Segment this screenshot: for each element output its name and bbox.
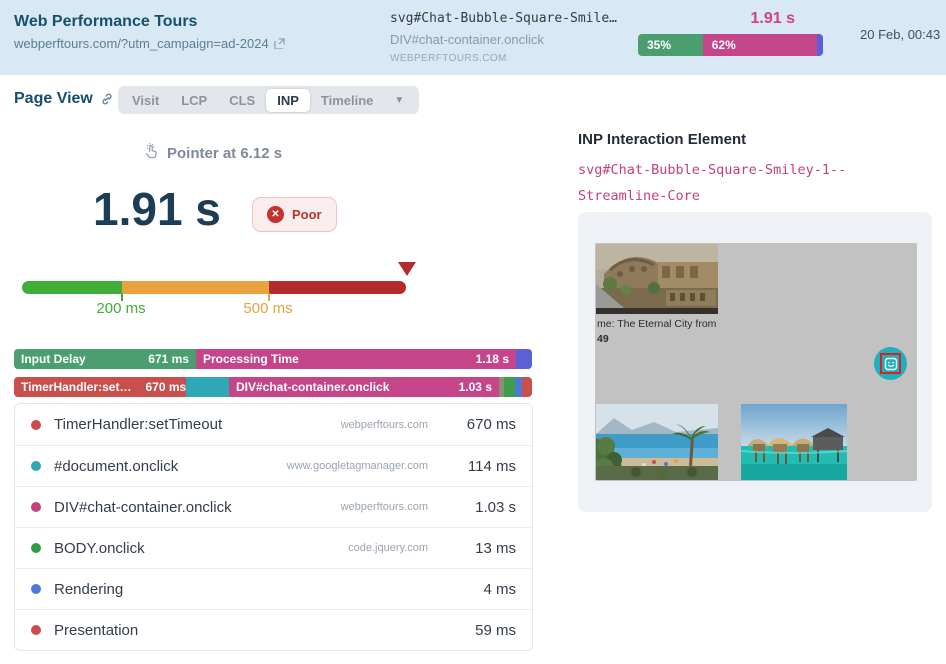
script-rendering-segment (515, 377, 522, 397)
rating-badge: ✕ Poor (252, 197, 337, 232)
row-label: Rendering (54, 581, 428, 598)
threshold-scale-bar (22, 281, 406, 294)
element-handler: DIV#chat-container.onclick (390, 32, 617, 47)
page-screenshot: me: The Eternal City from 49 (595, 243, 917, 481)
scale-label-good: 200 ms (96, 300, 145, 317)
caption-line-2: 49 (597, 332, 716, 347)
smiley-chat-icon (884, 357, 898, 371)
tab-cls[interactable]: CLS (218, 89, 266, 112)
phase-input-delay-segment: Input Delay671 ms (14, 349, 196, 369)
inspector-element-selector: svg#Chat-Bubble-Square-Smiley-1--Streaml… (578, 157, 918, 209)
scale-good-segment (22, 281, 122, 294)
metric-tabstrip: Visit LCP CLS INP Timeline ▼ (118, 86, 419, 114)
minibar-processing-segment: 62% (703, 34, 818, 56)
table-row-timerhandler[interactable]: TimerHandler:setTimeout webperftours.com… (15, 404, 532, 445)
script-document-onclick-segment (186, 377, 229, 397)
tabs-dropdown-caret-icon[interactable]: ▼ (384, 95, 416, 106)
table-row-chat-container[interactable]: DIV#chat-container.onclick webperftours.… (15, 486, 532, 527)
row-label: DIV#chat-container.onclick (54, 499, 341, 516)
row-color-dot (31, 625, 41, 635)
rome-photo (596, 244, 718, 314)
phase-breakdown-bar: Input Delay671 ms Processing Time1.18 s (14, 349, 532, 369)
table-row-document-onclick[interactable]: #document.onclick www.googletagmanager.c… (15, 445, 532, 486)
bungalow-photo (741, 404, 847, 480)
row-domain: webperftours.com (341, 419, 428, 431)
script-timerhandler-segment: TimerHandler:set…670 ms (14, 377, 186, 397)
event-breakdown-table: TimerHandler:setTimeout webperftours.com… (14, 403, 533, 651)
script-breakdown-bar: TimerHandler:set…670 ms DIV#chat-contain… (14, 377, 532, 397)
chat-bubble-smiley-button (874, 347, 907, 380)
row-value: 114 ms (432, 458, 516, 475)
inp-metric-value: 1.91 s (93, 182, 221, 236)
tab-visit[interactable]: Visit (121, 89, 170, 112)
row-color-dot (31, 543, 41, 553)
beach-photo (596, 404, 718, 480)
row-domain: www.googletagmanager.com (287, 460, 428, 472)
minibar-input-delay-segment: 35% (638, 34, 703, 56)
page-header: Web Performance Tours webperftours.com/?… (0, 0, 946, 75)
row-label: Presentation (54, 622, 428, 639)
row-value: 1.03 s (432, 499, 516, 516)
scale-value-marker-icon (398, 262, 416, 276)
site-url-link[interactable]: webperftours.com/?utm_campaign=ad-2024 (14, 36, 269, 51)
site-info: Web Performance Tours webperftours.com/?… (14, 13, 285, 51)
screenshot-caption: me: The Eternal City from 49 (597, 317, 716, 346)
element-selector-truncated: svg#Chat-Bubble-Square-Smile… (390, 11, 617, 26)
tab-lcp[interactable]: LCP (170, 89, 218, 112)
row-color-dot (31, 420, 41, 430)
interaction-element-summary: svg#Chat-Bubble-Square-Smile… DIV#chat-c… (390, 11, 617, 64)
element-highlight-box (880, 353, 901, 374)
poor-x-icon: ✕ (267, 206, 284, 223)
row-color-dot (31, 461, 41, 471)
row-label: #document.onclick (54, 458, 287, 475)
phase-processing-segment: Processing Time1.18 s (196, 349, 516, 369)
inp-debug-view: Web Performance Tours webperftours.com/?… (0, 0, 946, 664)
row-value: 4 ms (432, 581, 516, 598)
scale-poor-segment (269, 281, 406, 294)
row-label: BODY.onclick (54, 540, 348, 557)
row-label: TimerHandler:setTimeout (54, 416, 341, 433)
row-domain: code.jquery.com (348, 542, 428, 554)
permalink-icon[interactable] (100, 92, 114, 106)
row-color-dot (31, 584, 41, 594)
inp-phase-minibar: 35% 62% (638, 34, 823, 56)
row-value: 670 ms (432, 416, 516, 433)
rating-label: Poor (292, 207, 322, 222)
row-value: 59 ms (432, 622, 516, 639)
row-color-dot (31, 502, 41, 512)
element-screenshot-card: me: The Eternal City from 49 (578, 212, 932, 512)
script-chat-container-segment: DIV#chat-container.onclick1.03 s (229, 377, 499, 397)
page-view-label: Page View (14, 90, 93, 108)
row-domain: webperftours.com (341, 501, 428, 513)
tab-timeline[interactable]: Timeline (310, 89, 385, 112)
inp-value-header: 1.91 s (638, 10, 823, 28)
inspector-heading: INP Interaction Element (578, 131, 746, 148)
script-body-onclick-segment (504, 377, 515, 397)
minibar-presentation-segment (817, 34, 823, 56)
inp-summary: 1.91 s 35% 62% (638, 10, 823, 56)
phase-presentation-segment (516, 349, 532, 369)
script-presentation-segment (522, 377, 532, 397)
test-timestamp: 20 Feb, 00:43 (860, 27, 940, 42)
scale-mid-segment (122, 281, 269, 294)
scale-label-poor: 500 ms (243, 300, 292, 317)
tab-inp[interactable]: INP (266, 89, 310, 112)
pointer-tap-icon (142, 143, 159, 164)
row-value: 13 ms (432, 540, 516, 557)
table-row-rendering[interactable]: Rendering 4 ms (15, 568, 532, 609)
external-link-icon[interactable] (274, 38, 285, 49)
caption-line-1: me: The Eternal City from (597, 317, 716, 332)
table-row-presentation[interactable]: Presentation 59 ms (15, 609, 532, 650)
element-domain: WEBPERFTOURS.COM (390, 53, 617, 64)
pointer-label: Pointer at 6.12 s (167, 145, 282, 162)
interaction-type-row: Pointer at 6.12 s (142, 143, 282, 164)
site-title: Web Performance Tours (14, 13, 285, 31)
page-view-heading: Page View (14, 90, 114, 108)
table-row-body-onclick[interactable]: BODY.onclick code.jquery.com 13 ms (15, 527, 532, 568)
